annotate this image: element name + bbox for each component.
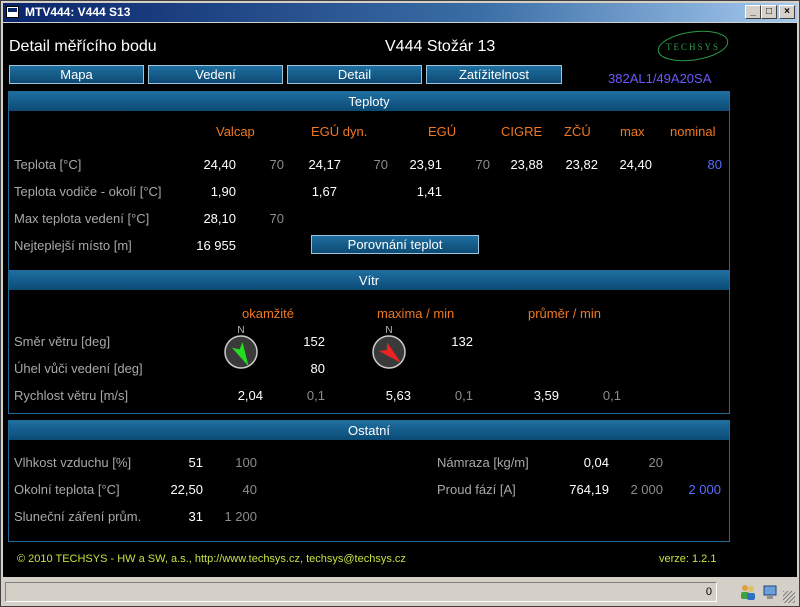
vlhkost-value: 51 xyxy=(188,455,203,470)
teplota-egu-dyn: 24,17 xyxy=(308,157,341,172)
teplota-nominal: 80 xyxy=(707,157,722,172)
title-bar[interactable]: MTV444: V444 S13 _ □ × xyxy=(3,3,797,22)
row-label-uhel: Úhel vůči vedení [deg] xyxy=(14,361,143,376)
col-okamzite: okamžité xyxy=(242,306,295,321)
close-button[interactable]: × xyxy=(779,5,795,19)
section-vitr: Vítr okamžité maxima / min průměr / min … xyxy=(8,270,730,414)
tab-zatizitelnost[interactable]: Zatížitelnost xyxy=(426,65,562,84)
okolni-teplota-limit: 40 xyxy=(242,482,257,497)
slunecni-zareni-value: 31 xyxy=(188,509,203,524)
teplota-max: 24,40 xyxy=(619,157,652,172)
smer-maxima: 132 xyxy=(451,334,473,349)
row-label-rychlost: Rychlost větru [m/s] xyxy=(14,388,129,403)
row-label-nejteplejsi: Nejteplejší místo [m] xyxy=(14,238,132,253)
max-teplota-valcap: 28,10 xyxy=(203,211,236,226)
okolni-teplota-value: 22,50 xyxy=(170,482,203,497)
col-egu: EGÚ xyxy=(428,124,457,139)
proud-fazi-nominal: 2 000 xyxy=(688,482,721,497)
wind-compass-okamzite-icon: N xyxy=(224,325,258,369)
rychlost-prumer: 3,59 xyxy=(533,388,559,403)
compare-temperatures-button[interactable]: Porovnání teplot xyxy=(311,235,479,254)
col-prumer: průměr / min xyxy=(528,306,601,321)
status-field: 0 xyxy=(5,582,717,602)
rychlost-maxima-limit: 0,1 xyxy=(454,388,473,403)
techsys-logo: TECHSYS xyxy=(657,30,729,62)
status-bar: 0 xyxy=(3,579,797,606)
tab-mapa[interactable]: Mapa xyxy=(9,65,144,84)
vodice-egu-dyn: 1,67 xyxy=(311,184,337,199)
minimize-button[interactable]: _ xyxy=(745,5,761,19)
network-icon[interactable] xyxy=(761,583,779,601)
section-title-ostatni: Ostatní xyxy=(9,421,729,440)
max-teplota-limit: 70 xyxy=(269,211,284,226)
teplota-valcap: 24,40 xyxy=(203,157,236,172)
wind-compass-maxima-icon: N xyxy=(372,325,406,369)
row-label-smer-vetru: Směr větru [deg] xyxy=(14,334,111,349)
section-title-vitr: Vítr xyxy=(9,271,729,290)
teplota-egu: 23,91 xyxy=(409,157,442,172)
window-title: MTV444: V444 S13 xyxy=(25,5,131,19)
app-icon xyxy=(6,6,19,18)
proud-fazi-value: 764,19 xyxy=(569,482,609,497)
conductor-code: 382AL1/49A20SA xyxy=(608,71,712,86)
main-panel: Detail měřícího bodu V444 Stožár 13 TECH… xyxy=(3,23,797,577)
vlhkost-limit: 100 xyxy=(235,455,257,470)
users-icon[interactable] xyxy=(739,583,757,601)
smer-okamzite: 152 xyxy=(303,334,325,349)
col-zcu: ZČÚ xyxy=(564,124,591,139)
section-teploty: Teploty Valcap EGÚ dyn. EGÚ CIGRE ZČÚ ma… xyxy=(8,91,730,284)
uhel-okamzite: 80 xyxy=(310,361,325,376)
row-label-teplota: Teplota [°C] xyxy=(14,157,82,172)
vodice-valcap: 1,90 xyxy=(210,184,236,199)
proud-fazi-limit: 2 000 xyxy=(630,482,663,497)
col-egu-dyn: EGÚ dyn. xyxy=(311,124,368,139)
tab-detail[interactable]: Detail xyxy=(287,65,422,84)
line-title: V444 Stožár 13 xyxy=(385,38,496,55)
vodice-egu: 1,41 xyxy=(416,184,442,199)
teplota-zcu: 23,82 xyxy=(565,157,598,172)
footer-copyright: © 2010 TECHSYS - HW a SW, a.s., http://w… xyxy=(17,553,406,565)
label-slunecni-zareni: Sluneční záření prům. xyxy=(14,509,142,524)
teplota-valcap-limit: 70 xyxy=(269,157,284,172)
rychlost-maxima: 5,63 xyxy=(385,388,411,403)
section-title-teploty: Teploty xyxy=(9,92,729,111)
label-namraza: Námraza [kg/m] xyxy=(437,455,529,470)
rychlost-okamzite: 2,04 xyxy=(237,388,263,403)
rychlost-okamzite-limit: 0,1 xyxy=(306,388,325,403)
row-label-max-teplota: Max teplota vedení [°C] xyxy=(14,211,150,226)
col-cigre: CIGRE xyxy=(501,124,543,139)
row-label-teplota-vodice: Teplota vodiče - okolí [°C] xyxy=(14,184,162,199)
namraza-value: 0,04 xyxy=(583,455,609,470)
rychlost-prumer-limit: 0,1 xyxy=(602,388,621,403)
application-window: MTV444: V444 S13 _ □ × Detail měřícího b… xyxy=(0,0,800,607)
maximize-button[interactable]: □ xyxy=(761,5,777,19)
teplota-cigre: 23,88 xyxy=(510,157,543,172)
tab-vedeni[interactable]: Vedení xyxy=(148,65,283,84)
resize-grip[interactable] xyxy=(783,591,795,603)
page-title: Detail měřícího bodu xyxy=(9,38,157,55)
logo-text: TECHSYS xyxy=(666,42,720,52)
nejteplejsi-valcap: 16 955 xyxy=(196,238,236,253)
label-okolni-teplota: Okolní teplota [°C] xyxy=(14,482,120,497)
col-nominal: nominal xyxy=(670,124,716,139)
svg-text:N: N xyxy=(237,325,244,336)
namraza-limit: 20 xyxy=(648,455,663,470)
col-maxima: maxima / min xyxy=(377,306,455,321)
col-max: max xyxy=(620,124,645,139)
label-vlhkost: Vlhkost vzduchu [%] xyxy=(14,455,132,470)
col-valcap: Valcap xyxy=(216,124,255,139)
teplota-egu-limit: 70 xyxy=(475,157,490,172)
teplota-egu-dyn-limit: 70 xyxy=(373,157,388,172)
svg-text:N: N xyxy=(385,325,392,336)
slunecni-zareni-limit: 1 200 xyxy=(224,509,257,524)
label-proud-fazi: Proud fází [A] xyxy=(437,482,516,497)
section-ostatni: Ostatní Vlhkost vzduchu [%] 51 100 Okoln… xyxy=(8,420,730,542)
footer-version: verze: 1.2.1 xyxy=(659,553,717,565)
